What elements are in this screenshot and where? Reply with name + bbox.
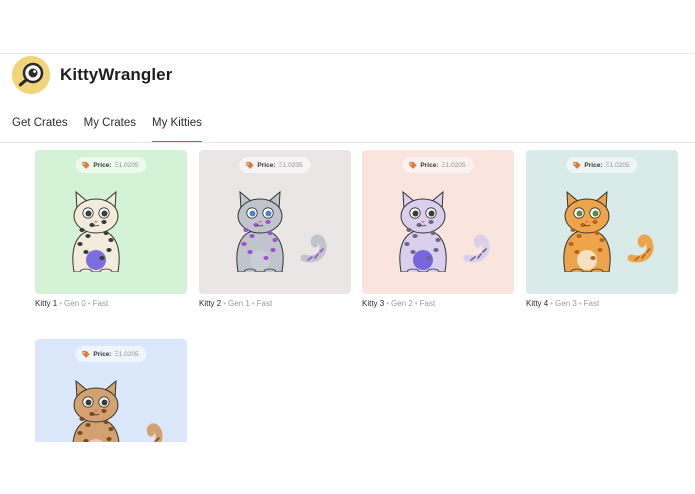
nav-tabs: Get Crates My Crates My Kitties [12,110,218,143]
kitty-speed: Fast [256,299,273,308]
separator-dot: • [87,299,91,308]
price-label: Price: [257,161,276,169]
kitty-card[interactable]: Price:Ξ1.0205Kitty 5•Gen 4•Fast [35,339,187,442]
kitty-card[interactable]: Price: Ξ1.0205 Kitty 4 • Gen 3 • Fast [526,150,678,308]
cat-illustration-icon [56,379,166,442]
cat-illustration-icon [56,190,166,277]
brand[interactable]: KittyWrangler [12,56,172,94]
kitty-card[interactable]: Price: Ξ1.0205 Kitty 3 • Gen 2 • Fast [362,150,514,308]
kitty-name: Kitty 2 [199,299,222,308]
kitty-card[interactable]: Price: Ξ1.0205 Kitty 2 • Gen 1 • Fast [199,150,351,308]
price-tag-icon [409,161,417,169]
kitty-speed: Fast [92,299,109,308]
kitty-name: Kitty 3 [362,299,385,308]
kitty-image[interactable]: Price: Ξ1.0205 [199,150,351,294]
tab-my-crates[interactable]: My Crates [84,110,136,143]
kitty-meta: Kitty 1 • Gen 0 • Fast [35,299,187,308]
kitty-name: Kitty 4 [526,299,549,308]
cat-illustration-icon [383,190,493,277]
app-title: KittyWrangler [60,65,173,84]
top-divider [0,53,695,54]
price-tag-icon [246,161,254,169]
separator-dot: • [414,299,418,308]
cat-illustration-icon [547,190,657,277]
kitty-image[interactable]: Price: Ξ1.0205 [35,339,187,442]
tab-my-kitties[interactable]: My Kitties [152,110,202,143]
price-badge: Price: Ξ1.0205 [75,157,147,173]
price-badge: Price: Ξ1.0205 [566,157,638,173]
separator-dot: • [251,299,255,308]
price-label: Price: [420,161,439,169]
kitty-grid: Price: Ξ1.0205 Kitty 1 • Gen 0 • Fast Price: Ξ1.… [35,150,695,442]
price-badge: Price: Ξ1.0205 [75,346,147,362]
kitty-speed: Fast [419,299,436,308]
kitty-image[interactable]: Price: Ξ1.0205 [362,150,514,294]
price-label: Price: [93,350,112,358]
price-value: Ξ1.0205 [605,161,630,169]
kitty-meta: Kitty 4 • Gen 3 • Fast [526,299,678,308]
kitty-generation: Gen 2 [391,299,413,308]
price-value: Ξ1.0205 [114,161,139,169]
kitty-meta: Kitty 2 • Gen 1 • Fast [199,299,351,308]
price-tag-icon [82,350,90,358]
price-tag-icon [573,161,581,169]
tabs-divider [0,142,695,143]
price-label: Price: [584,161,603,169]
price-value: Ξ1.0205 [278,161,303,169]
kitty-generation: Gen 1 [228,299,250,308]
price-badge: Price: Ξ1.0205 [402,157,474,173]
price-label: Price: [93,161,112,169]
separator-dot: • [578,299,582,308]
kitty-generation: Gen 3 [555,299,577,308]
separator-dot: • [223,299,227,308]
kitty-speed: Fast [583,299,600,308]
separator-dot: • [386,299,390,308]
separator-dot: • [550,299,554,308]
separator-dot: • [59,299,63,308]
price-badge: Price: Ξ1.0205 [239,157,311,173]
kitty-generation: Gen 0 [64,299,86,308]
price-value: Ξ1.0205 [114,350,139,358]
price-tag-icon [82,161,90,169]
cat-illustration-icon [220,190,330,277]
kitty-card[interactable]: Price: Ξ1.0205 Kitty 1 • Gen 0 • Fast [35,150,187,308]
price-value: Ξ1.0205 [441,161,466,169]
kitty-meta: Kitty 3 • Gen 2 • Fast [362,299,514,308]
kitty-image[interactable]: Price: Ξ1.0205 [35,150,187,294]
kitty-image[interactable]: Price: Ξ1.0205 [526,150,678,294]
magnifier-logo-icon [12,56,50,94]
kitty-name: Kitty 1 [35,299,58,308]
tab-get-crates[interactable]: Get Crates [12,110,68,143]
page-bottom-blank [0,442,695,494]
